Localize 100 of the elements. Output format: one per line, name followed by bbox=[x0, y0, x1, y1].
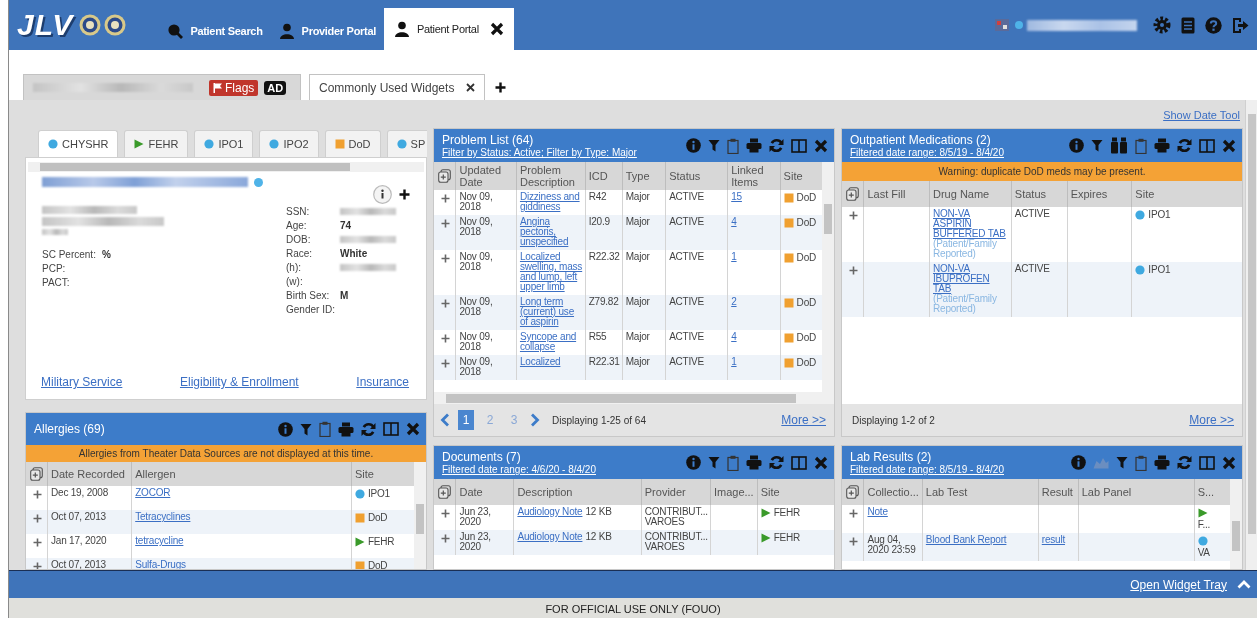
table-row[interactable]: Nov 09, 2018 Localized R22.31 Major ACTIVE 1 DoD bbox=[434, 355, 822, 380]
expand-icon[interactable] bbox=[441, 359, 450, 368]
table-link[interactable]: 1 bbox=[731, 252, 778, 262]
column-header[interactable]: Date Recorded bbox=[47, 462, 132, 486]
column-header[interactable]: Updated Date bbox=[455, 162, 517, 190]
help-icon[interactable] bbox=[1205, 16, 1222, 34]
column-header[interactable]: Result bbox=[1038, 479, 1079, 505]
settings-icon[interactable] bbox=[1153, 16, 1171, 34]
info-icon[interactable] bbox=[686, 455, 701, 470]
previous-page-icon[interactable] bbox=[440, 413, 450, 427]
column-header[interactable]: Date bbox=[455, 479, 514, 505]
more-link[interactable]: More >> bbox=[1189, 413, 1234, 427]
expand-all-icon[interactable] bbox=[30, 467, 43, 481]
vertical-scrollbar[interactable] bbox=[1230, 479, 1242, 569]
column-header[interactable]: Site bbox=[757, 479, 834, 505]
refresh-icon[interactable] bbox=[1177, 138, 1192, 153]
columns-icon[interactable] bbox=[1199, 138, 1215, 153]
info-icon[interactable] bbox=[686, 138, 701, 153]
date-tool-link[interactable]: Show Date Tool bbox=[1163, 109, 1240, 121]
refresh-icon[interactable] bbox=[769, 138, 784, 153]
clipboard-icon[interactable] bbox=[727, 454, 739, 471]
expand-all-icon[interactable] bbox=[438, 485, 451, 499]
table-link[interactable]: 15 bbox=[731, 192, 778, 202]
site-tab[interactable]: SP bbox=[386, 130, 427, 157]
card-link[interactable]: Military Service bbox=[41, 375, 123, 389]
column-header[interactable]: Description bbox=[513, 479, 642, 505]
filter-link[interactable]: Filtered date range: 8/5/19 - 8/4/20 bbox=[850, 147, 1069, 158]
table-row[interactable]: Jun 23, 2020 Audiology Note 12 KB CONTRIBUT... VAROES FEHR bbox=[434, 530, 834, 555]
expand-icon[interactable] bbox=[441, 299, 450, 308]
column-header[interactable]: Provider bbox=[641, 479, 711, 505]
vertical-scrollbar[interactable] bbox=[822, 162, 834, 392]
column-header[interactable]: Linked Items bbox=[727, 162, 781, 190]
expand-icon[interactable] bbox=[33, 538, 42, 547]
horizontal-scrollbar[interactable] bbox=[28, 162, 424, 172]
patient-tab[interactable]: Flags AD bbox=[23, 74, 301, 100]
expand-icon[interactable] bbox=[849, 211, 858, 220]
document-icon[interactable] bbox=[1181, 16, 1195, 34]
chevron-up-icon[interactable] bbox=[1237, 580, 1251, 589]
table-link[interactable]: Dizziness and giddiness bbox=[519, 192, 583, 212]
column-header[interactable]: Image... bbox=[710, 479, 758, 505]
table-link[interactable]: Audiology Note bbox=[517, 531, 583, 542]
site-tab[interactable]: IPO2 bbox=[259, 130, 319, 157]
column-header[interactable]: Last Fill bbox=[864, 181, 930, 207]
site-tab[interactable]: DoD bbox=[324, 130, 381, 157]
workspace-tab[interactable]: Commonly Used Widgets bbox=[309, 74, 486, 100]
filter-link[interactable]: Filtered date range: 8/5/19 - 8/4/20 bbox=[850, 464, 1071, 475]
logout-icon[interactable] bbox=[1232, 16, 1249, 34]
table-link[interactable]: Syncope and collapse bbox=[519, 332, 583, 352]
table-row[interactable]: Nov 09, 2018 Angina pectoris, unspecified I20.9 Major ACTIVE 4 DoD bbox=[434, 215, 822, 250]
filter-link[interactable]: Filter by Status: Active; Filter by Type: Major bbox=[442, 147, 686, 158]
nav-tab[interactable]: Patient Portal bbox=[383, 8, 514, 50]
add-icon[interactable] bbox=[399, 189, 410, 200]
expand-all-icon[interactable] bbox=[438, 169, 451, 183]
table-link[interactable]: NON-VA IBUPROFEN TAB bbox=[933, 264, 1009, 294]
column-header[interactable]: Allergen bbox=[131, 462, 352, 486]
vertical-scrollbar[interactable] bbox=[414, 462, 426, 569]
column-header[interactable]: Collectio... bbox=[864, 479, 923, 505]
expand-icon[interactable] bbox=[849, 266, 858, 275]
column-header[interactable]: Status bbox=[665, 162, 728, 190]
widget-tray-link[interactable]: Open Widget Tray bbox=[1130, 577, 1227, 592]
expand-icon[interactable] bbox=[441, 254, 450, 263]
site-tab[interactable]: CHYSHR bbox=[38, 130, 119, 157]
printer-icon[interactable] bbox=[746, 455, 762, 470]
nav-tab[interactable]: Provider Portal bbox=[270, 12, 384, 50]
flags-button[interactable]: Flags bbox=[209, 79, 259, 96]
clipboard-icon[interactable] bbox=[1135, 137, 1147, 154]
site-tab[interactable]: IPO1 bbox=[194, 130, 254, 157]
column-header[interactable]: S... bbox=[1194, 479, 1230, 505]
column-header[interactable]: Status bbox=[1011, 181, 1068, 207]
expand-all-icon[interactable] bbox=[846, 187, 859, 201]
clipboard-icon[interactable] bbox=[319, 421, 331, 437]
expand-icon[interactable] bbox=[441, 334, 450, 343]
table-link[interactable]: tetracycline bbox=[135, 536, 349, 546]
horizontal-scrollbar[interactable] bbox=[434, 392, 834, 404]
info-icon[interactable] bbox=[373, 185, 392, 204]
printer-icon[interactable] bbox=[1154, 455, 1170, 470]
table-link[interactable]: Localized swelling, mass and lump, left upper limb bbox=[519, 252, 583, 292]
expand-icon[interactable] bbox=[441, 194, 450, 203]
column-header[interactable]: Drug Name bbox=[929, 181, 1012, 207]
site-tab[interactable]: FEHR bbox=[124, 130, 189, 157]
expand-icon[interactable] bbox=[441, 219, 450, 228]
table-link[interactable]: NON-VA ASPIRIN BUFFERED TAB bbox=[933, 209, 1009, 239]
filter-icon[interactable] bbox=[1116, 456, 1128, 469]
printer-icon[interactable] bbox=[338, 421, 354, 437]
refresh-icon[interactable] bbox=[1177, 455, 1192, 470]
filter-icon[interactable] bbox=[300, 422, 312, 436]
table-row[interactable]: NON-VA IBUPROFEN TAB (Patient/Family Reported) ACTIVE IPO1 bbox=[842, 262, 1242, 317]
column-header[interactable]: Problem Description bbox=[516, 162, 586, 190]
column-header[interactable]: Site bbox=[1131, 181, 1242, 207]
expand-icon[interactable] bbox=[33, 514, 42, 523]
page-button[interactable]: 1 bbox=[458, 410, 474, 430]
expand-icon[interactable] bbox=[849, 509, 858, 518]
table-link[interactable]: Audiology Note bbox=[517, 506, 583, 517]
add-tab-icon[interactable] bbox=[495, 81, 507, 93]
expand-icon[interactable] bbox=[33, 490, 42, 499]
info-icon[interactable] bbox=[1069, 138, 1084, 153]
table-row[interactable]: Nov 09, 2018 Long term (current) use of aspirin Z79.82 Major ACTIVE 2 DoD bbox=[434, 295, 822, 330]
column-header[interactable]: Lab Panel bbox=[1078, 479, 1195, 505]
bottles-icon[interactable] bbox=[1110, 137, 1128, 154]
column-header[interactable]: Site bbox=[351, 462, 414, 486]
